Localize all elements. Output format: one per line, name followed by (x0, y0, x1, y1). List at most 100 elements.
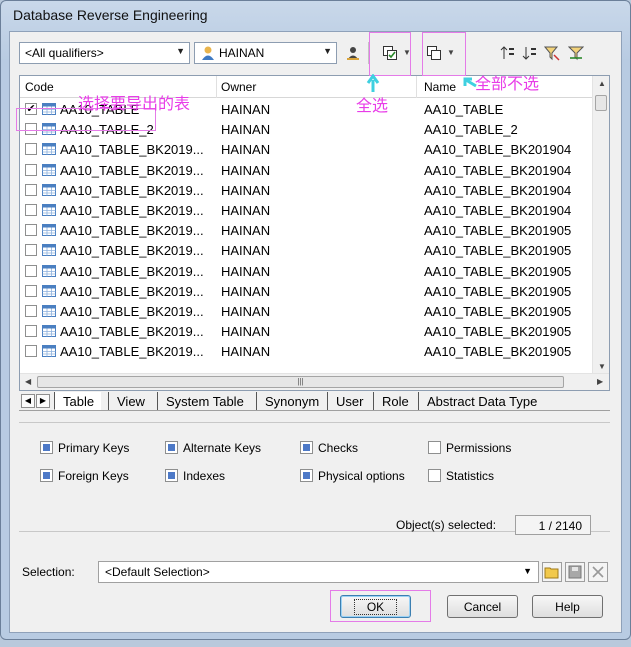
scroll-left-icon[interactable]: ◀ (25, 377, 31, 386)
select-all-dropdown-icon[interactable]: ▼ (403, 48, 411, 57)
qualifier-select[interactable]: <All qualifiers> ▼ (19, 42, 190, 64)
chevron-down-icon: ▼ (523, 566, 532, 576)
open-selection-button[interactable] (542, 562, 562, 582)
row-checkbox[interactable] (25, 163, 37, 176)
tab-table[interactable]: Table (54, 392, 102, 410)
table-row[interactable]: AA10_TABLE_BK2019... HAINAN AA10_TABLE_BK2… (20, 220, 594, 240)
row-checkbox[interactable] (25, 305, 37, 317)
close-icon (592, 566, 604, 578)
cell-code: AA10_TABLE_BK2019... (60, 263, 204, 279)
row-checkbox[interactable] (25, 224, 37, 237)
table-row[interactable]: AA10_TABLE_2 HAINAN AA10_TABLE_2 (20, 119, 594, 139)
table-row[interactable]: AA10_TABLE_BK2019... HAINAN AA10_TABLE_BK2… (20, 341, 594, 361)
chevron-down-icon: ▼ (323, 46, 332, 56)
option-alternate-keys[interactable]: Alternate Keys (165, 441, 261, 455)
row-checkbox[interactable] (25, 244, 37, 257)
column-divider (416, 76, 417, 98)
cell-code: AA10_TABLE_BK2019... (60, 142, 204, 158)
tab-role[interactable]: Role (373, 392, 416, 410)
option-checkbox[interactable] (300, 441, 313, 454)
scroll-thumb[interactable]: ||| (37, 376, 564, 388)
help-button[interactable]: Help (532, 595, 603, 618)
tab-system-table[interactable]: System Table (157, 392, 251, 410)
table-row[interactable]: AA10_TABLE_BK2019... HAINAN AA10_TABLE_BK2… (20, 180, 594, 200)
option-checkbox[interactable] (165, 469, 178, 482)
option-indexes[interactable]: Indexes (165, 469, 225, 483)
table-row[interactable]: AA10_TABLE_BK2019... HAINAN AA10_TABLE_BK2… (20, 261, 594, 281)
option-checkbox[interactable] (300, 469, 313, 482)
table-row[interactable]: AA10_TABLE_BK2019... HAINAN AA10_TABLE_BK2… (20, 281, 594, 301)
option-checkbox[interactable] (428, 469, 441, 482)
table-row[interactable]: AA10_TABLE_BK2019... HAINAN AA10_TABLE_BK2… (20, 200, 594, 220)
scroll-down-icon[interactable]: ▼ (598, 362, 606, 371)
option-label: Indexes (183, 469, 226, 483)
option-checkbox[interactable] (40, 469, 53, 482)
scroll-thumb[interactable] (595, 95, 607, 111)
column-header-owner[interactable]: Owner (221, 80, 256, 94)
option-foreign-keys[interactable]: Foreign Keys (40, 469, 129, 483)
deselect-all-button[interactable] (424, 43, 444, 63)
horizontal-scrollbar[interactable]: ◀ ||| ▶ (20, 373, 609, 390)
column-header-name[interactable]: Name (424, 80, 456, 94)
clear-filter-button[interactable] (566, 43, 586, 63)
option-checkbox[interactable] (165, 441, 178, 454)
option-checks[interactable]: Checks (300, 441, 358, 455)
option-statistics[interactable]: Statistics (428, 469, 494, 483)
objects-selected-label: Object(s) selected: (396, 518, 497, 532)
cell-code: AA10_TABLE_BK2019... (60, 243, 204, 259)
scroll-right-icon[interactable]: ▶ (597, 377, 603, 386)
tab-synonym[interactable]: Synonym (256, 392, 327, 410)
row-checkbox[interactable] (25, 264, 37, 277)
tab-scroll-right-icon[interactable]: ▶ (36, 394, 50, 408)
table-icon (42, 244, 56, 257)
deselect-all-dropdown-icon[interactable]: ▼ (447, 48, 455, 57)
table-row[interactable]: AA10_TABLE_BK2019... HAINAN AA10_TABLE_BK2… (20, 301, 594, 321)
selection-select[interactable]: <Default Selection> ▼ (98, 561, 539, 583)
row-checkbox[interactable]: ✔ (25, 103, 37, 115)
option-permissions[interactable]: Permissions (428, 441, 511, 455)
table-icon (42, 325, 56, 338)
column-divider (216, 76, 217, 98)
tab-abstract-data-type[interactable]: Abstract Data Type (418, 392, 545, 410)
row-checkbox[interactable] (25, 345, 37, 358)
save-icon (568, 565, 582, 579)
row-checkbox[interactable] (25, 284, 37, 297)
tab-scroll-left-icon[interactable]: ◀ (21, 394, 35, 408)
select-all-button[interactable] (380, 43, 400, 63)
table-row[interactable]: AA10_TABLE_BK2019... HAINAN AA10_TABLE_BK2… (20, 321, 594, 341)
filter-button[interactable] (542, 43, 562, 63)
tab-view[interactable]: View (108, 392, 152, 410)
cell-code: AA10_TABLE_2 (60, 122, 154, 138)
row-checkbox[interactable] (25, 123, 37, 136)
cancel-button[interactable]: Cancel (447, 595, 518, 618)
owner-value: HAINAN (219, 46, 265, 60)
delete-selection-button[interactable] (588, 562, 608, 582)
row-checkbox[interactable] (25, 143, 37, 156)
ok-button[interactable]: OK (340, 595, 411, 618)
vertical-scrollbar[interactable]: ▲ ▼ (592, 76, 609, 374)
save-selection-button[interactable] (565, 562, 585, 582)
row-checkbox[interactable] (25, 183, 37, 196)
cell-name: AA10_TABLE_BK201904 (424, 182, 572, 198)
option-primary-keys[interactable]: Primary Keys (40, 441, 129, 455)
chevron-down-icon: ▼ (176, 46, 185, 56)
row-checkbox[interactable] (25, 204, 37, 216)
table-row[interactable]: AA10_TABLE_BK2019... HAINAN AA10_TABLE_BK2… (20, 160, 594, 180)
sort-descending-button[interactable] (520, 43, 540, 63)
option-checkbox[interactable] (40, 441, 53, 454)
table-row[interactable]: AA10_TABLE_BK2019... HAINAN AA10_TABLE_BK2… (20, 139, 594, 159)
scroll-up-icon[interactable]: ▲ (598, 79, 606, 88)
annotation-deselect-all: 全部不选 (475, 74, 540, 93)
column-header-code[interactable]: Code (25, 80, 54, 94)
tab-user[interactable]: User (327, 392, 371, 410)
option-physical-options[interactable]: Physical options (300, 469, 405, 483)
annotation-select-table: 选择要导出的表 (78, 94, 191, 113)
owner-select[interactable]: HAINAN ▼ (194, 42, 337, 64)
row-checkbox[interactable] (25, 325, 37, 338)
owner-filter-button[interactable] (343, 43, 363, 63)
table-row[interactable]: AA10_TABLE_BK2019... HAINAN AA10_TABLE_BK2… (20, 240, 594, 260)
annotation-arrow-icon (463, 77, 477, 88)
sort-ascending-button[interactable] (498, 43, 518, 63)
option-checkbox[interactable] (428, 441, 441, 454)
cell-name: AA10_TABLE_BK201905 (424, 283, 572, 299)
